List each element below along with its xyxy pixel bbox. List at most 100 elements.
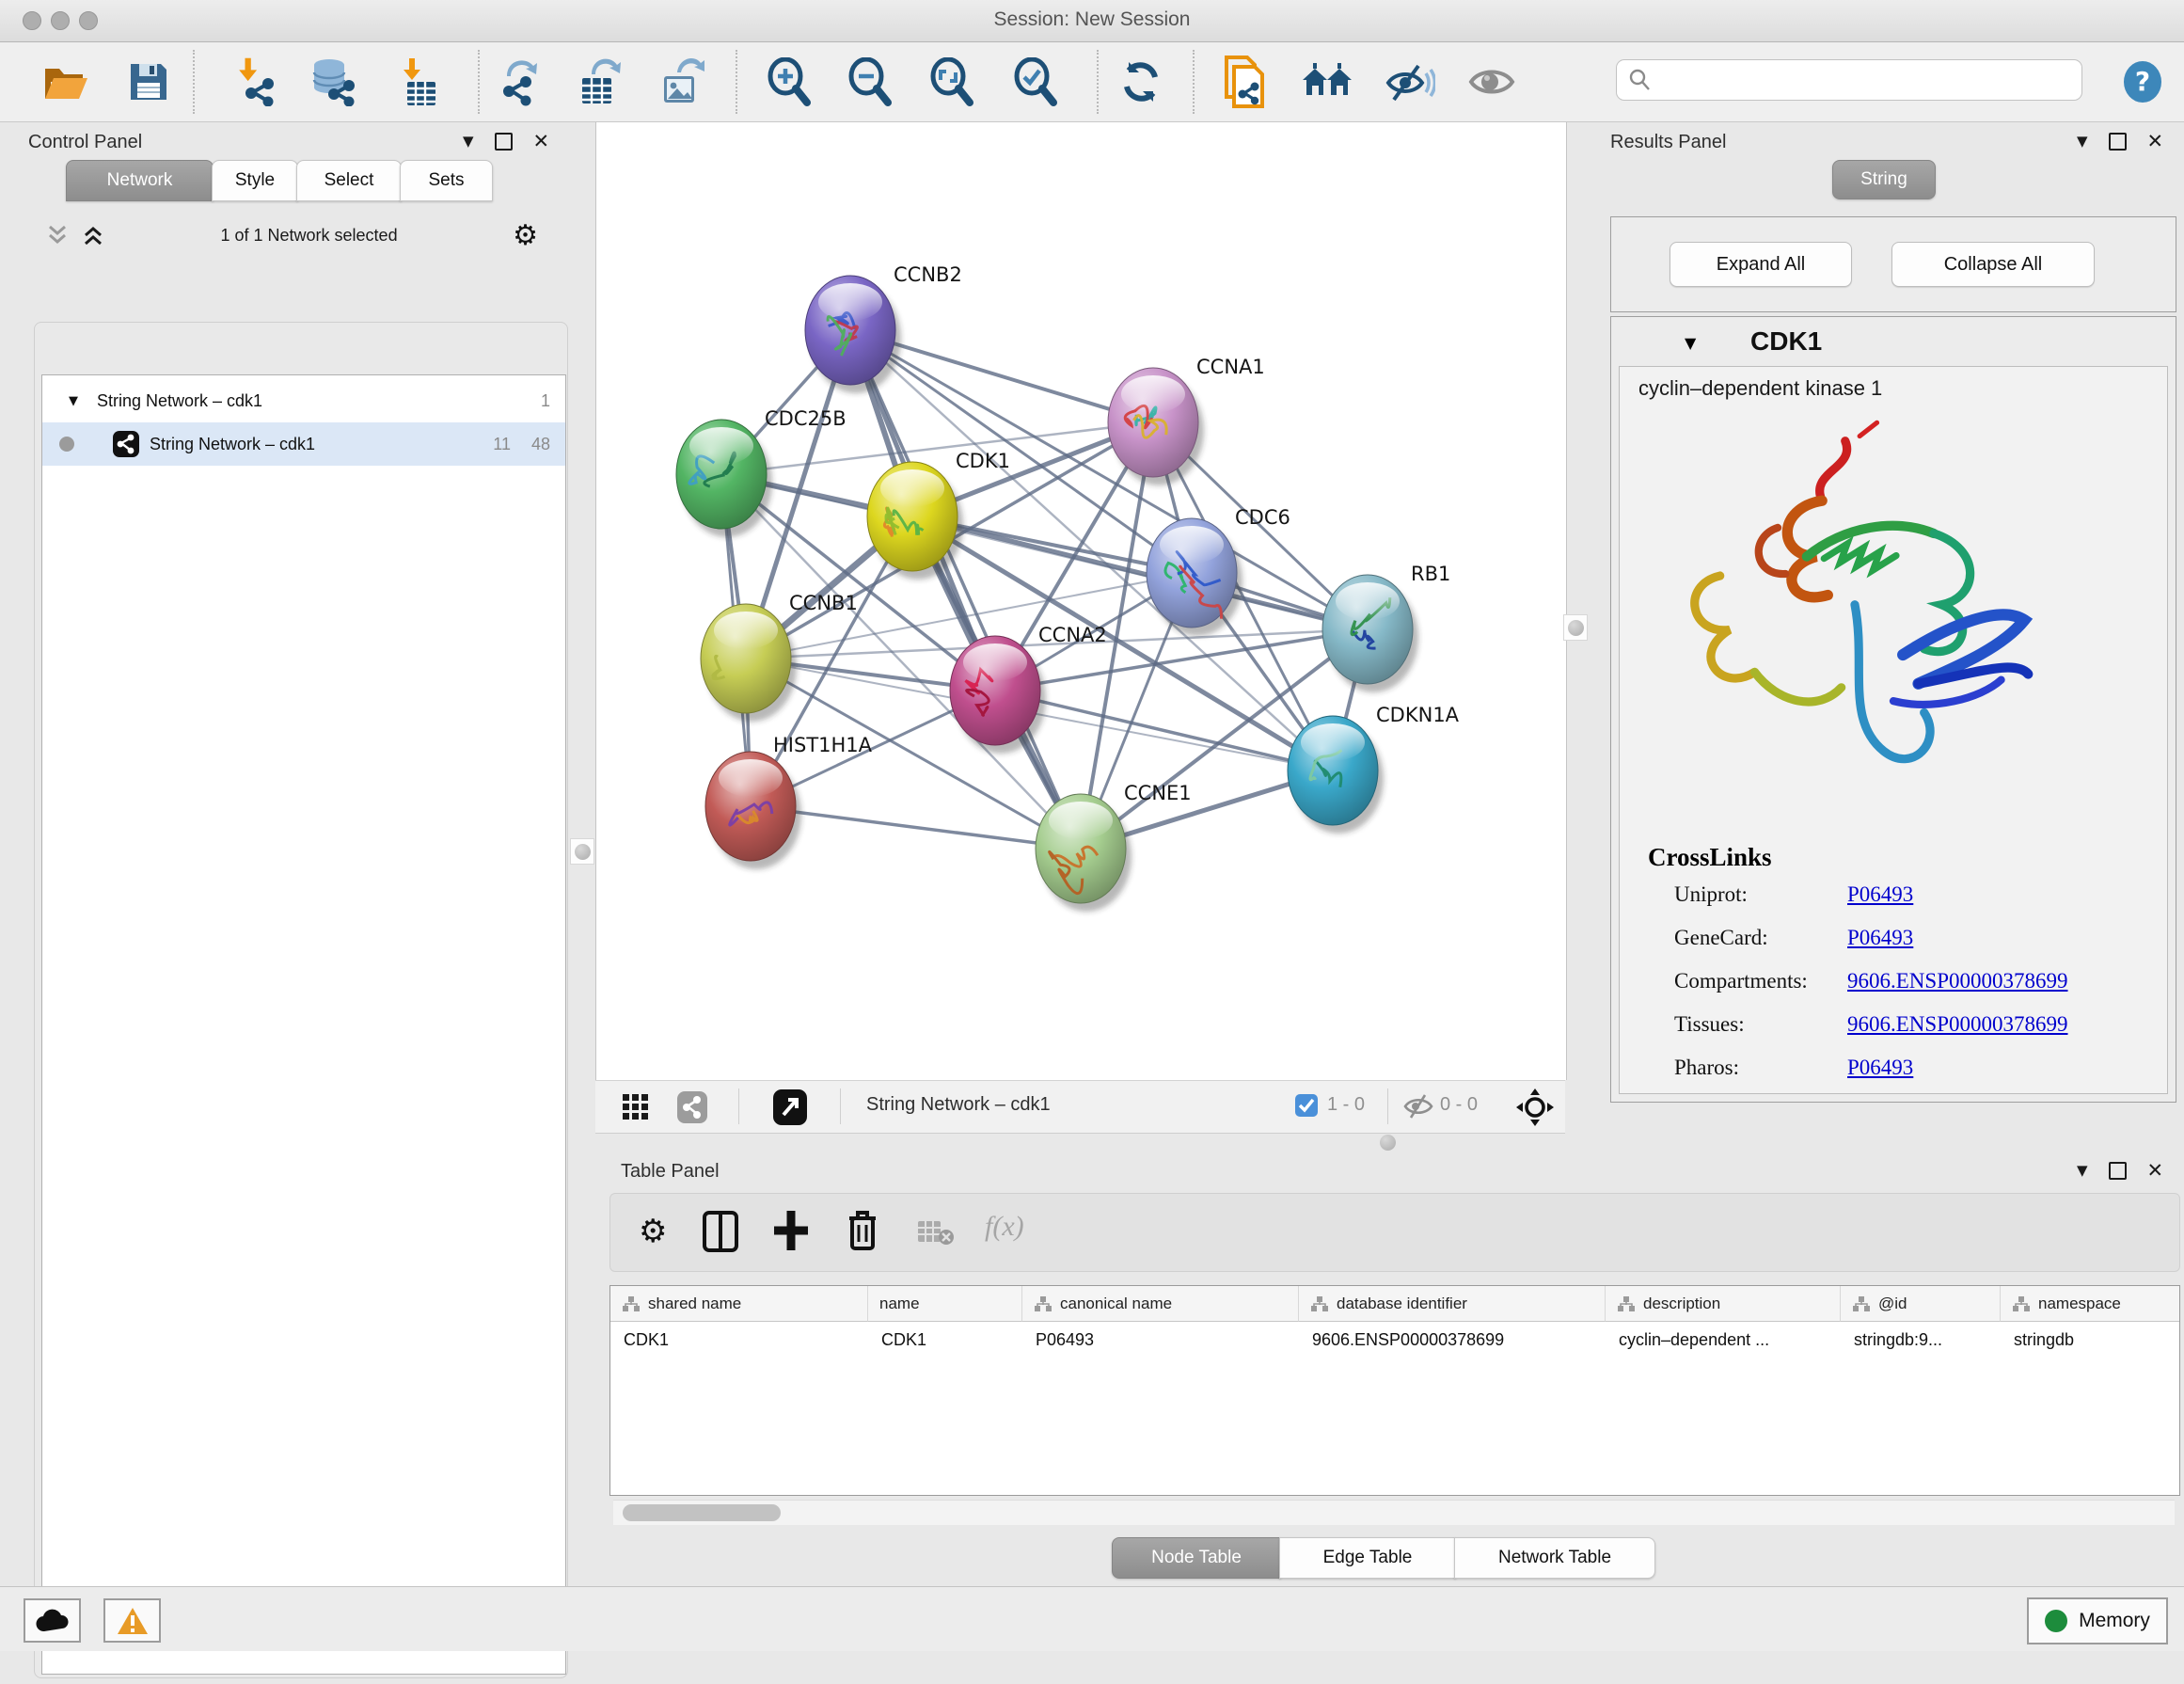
node-label-CCNB2: CCNB2 bbox=[894, 263, 962, 286]
clone-network-button[interactable] bbox=[1217, 56, 1270, 108]
search-input[interactable] bbox=[1653, 69, 2061, 91]
tab-string[interactable]: String bbox=[1832, 160, 1936, 199]
image-export-icon bbox=[657, 57, 705, 106]
export-network-button[interactable] bbox=[492, 56, 545, 108]
network-collection-row[interactable]: ▼ String Network – cdk1 1 bbox=[42, 379, 565, 422]
panel-menu-icon[interactable]: ▼ bbox=[2077, 1162, 2088, 1179]
panel-float-icon[interactable] bbox=[2109, 1162, 2127, 1180]
network-options-gear-icon[interactable]: ⚙ bbox=[513, 219, 538, 252]
crosslink-link[interactable]: P06493 bbox=[1847, 882, 1913, 907]
zoom-out-button[interactable] bbox=[845, 56, 897, 108]
collapse-all-button[interactable]: Collapse All bbox=[1891, 242, 2095, 287]
zoom-selected-button[interactable] bbox=[1010, 56, 1063, 108]
table-cell[interactable]: stringdb:9... bbox=[1841, 1322, 2001, 1358]
crosslink-link[interactable]: P06493 bbox=[1847, 1056, 1913, 1080]
right-splitter-handle[interactable] bbox=[1563, 614, 1588, 641]
table-horizontal-scrollbar[interactable] bbox=[613, 1500, 2175, 1525]
delete-column-trash-icon[interactable] bbox=[846, 1209, 879, 1252]
table-cell[interactable]: cyclin–dependent ... bbox=[1606, 1322, 1841, 1358]
tab-select[interactable]: Select bbox=[296, 160, 402, 201]
network-row[interactable]: String Network – cdk1 11 48 bbox=[42, 422, 565, 466]
export-image-button[interactable] bbox=[655, 56, 707, 108]
tab-edge-table[interactable]: Edge Table bbox=[1279, 1537, 1456, 1579]
collapse-all-networks-icon[interactable] bbox=[45, 223, 70, 247]
expand-all-networks-icon[interactable] bbox=[81, 223, 105, 247]
tab-style[interactable]: Style bbox=[212, 160, 298, 201]
column-header-canonical-name[interactable]: canonical name bbox=[1022, 1286, 1299, 1322]
tab-network-table[interactable]: Network Table bbox=[1454, 1537, 1655, 1579]
control-panel: Control Panel ▼ ✕ NetworkStyleSelectSets… bbox=[13, 122, 557, 1558]
zoom-fit-button[interactable] bbox=[926, 56, 979, 108]
table-cell[interactable]: CDK1 bbox=[868, 1322, 1022, 1358]
network-current-dot bbox=[59, 437, 74, 452]
grid-view-icon[interactable] bbox=[622, 1093, 650, 1121]
column-type-icon bbox=[1034, 1295, 1052, 1312]
gene-collapse-icon[interactable]: ▼ bbox=[1685, 334, 1696, 352]
tab-sets[interactable]: Sets bbox=[400, 160, 493, 201]
hidden-node-edge-counts: 0 - 0 bbox=[1440, 1094, 1478, 1116]
import-table-button[interactable] bbox=[393, 56, 446, 108]
apply-layout-button[interactable] bbox=[1115, 56, 1167, 108]
help-icon: ? bbox=[2120, 59, 2165, 104]
scrollbar-thumb[interactable] bbox=[623, 1504, 781, 1521]
panel-float-icon[interactable] bbox=[495, 133, 513, 151]
help-button[interactable]: ? bbox=[2118, 56, 2167, 108]
panel-close-icon[interactable]: ✕ bbox=[533, 130, 550, 152]
network-view-canvas[interactable]: CCNB2CCNA1CDC25BCDK1CDC6RB1CCNB1CCNA2CDK… bbox=[595, 122, 1567, 1080]
crosslink-link[interactable]: 9606.ENSP00000378699 bbox=[1847, 969, 2068, 993]
table-cell[interactable]: stringdb bbox=[2001, 1322, 2180, 1358]
cloud-button[interactable] bbox=[24, 1598, 81, 1643]
crosslink-label: Pharos: bbox=[1674, 1056, 1739, 1080]
column-type-icon bbox=[622, 1295, 641, 1312]
open-in-window-icon[interactable] bbox=[772, 1088, 808, 1126]
open-session-button[interactable] bbox=[40, 56, 92, 108]
tab-network[interactable]: Network bbox=[66, 160, 214, 201]
search-box[interactable] bbox=[1616, 59, 2082, 101]
network-graph[interactable]: CCNB2CCNA1CDC25BCDK1CDC6RB1CCNB1CCNA2CDK… bbox=[596, 122, 1566, 1080]
open-folder-icon bbox=[42, 61, 89, 103]
network-view-title: String Network – cdk1 bbox=[866, 1094, 1051, 1116]
create-column-plus-icon[interactable] bbox=[772, 1209, 810, 1252]
bottom-splitter-handle[interactable] bbox=[1380, 1135, 1396, 1151]
stringify-button[interactable] bbox=[1301, 56, 1353, 108]
column-header-namespace[interactable]: namespace bbox=[2001, 1286, 2180, 1322]
panel-float-icon[interactable] bbox=[2109, 133, 2127, 151]
selected-checkbox-icon[interactable] bbox=[1295, 1094, 1318, 1117]
panel-close-icon[interactable]: ✕ bbox=[2147, 1159, 2164, 1182]
collection-count: 1 bbox=[541, 391, 550, 411]
hidden-items-button[interactable] bbox=[1465, 56, 1518, 108]
left-splitter-handle[interactable] bbox=[570, 838, 594, 865]
collection-expand-icon[interactable]: ▼ bbox=[69, 394, 78, 408]
table-cell[interactable]: CDK1 bbox=[610, 1322, 868, 1358]
panel-menu-icon[interactable]: ▼ bbox=[2077, 133, 2088, 150]
node-table[interactable]: shared nameCDK1nameCDK1canonical nameP06… bbox=[609, 1285, 2180, 1496]
crosslink-link[interactable]: P06493 bbox=[1847, 926, 1913, 950]
column-header-database-identifier[interactable]: database identifier bbox=[1299, 1286, 1606, 1322]
warnings-button[interactable] bbox=[103, 1598, 161, 1643]
zoom-in-button[interactable] bbox=[764, 56, 816, 108]
column-header--id[interactable]: @id bbox=[1841, 1286, 2001, 1322]
show-columns-icon[interactable] bbox=[703, 1211, 738, 1252]
panel-close-icon[interactable]: ✕ bbox=[2147, 130, 2164, 152]
import-network-file-button[interactable] bbox=[229, 56, 281, 108]
import-network-database-button[interactable] bbox=[308, 56, 360, 108]
column-header-description[interactable]: description bbox=[1606, 1286, 1841, 1322]
string-view-icon[interactable] bbox=[676, 1090, 708, 1124]
show-hide-labels-button[interactable] bbox=[1384, 56, 1436, 108]
save-session-button[interactable] bbox=[122, 56, 175, 108]
memory-button[interactable]: Memory bbox=[2027, 1597, 2168, 1644]
column-header-shared-name[interactable]: shared name bbox=[610, 1286, 868, 1322]
birds-eye-view-icon[interactable] bbox=[1515, 1088, 1555, 1127]
tab-node-table[interactable]: Node Table bbox=[1112, 1537, 1281, 1579]
hidden-eye-slash-icon bbox=[1402, 1092, 1434, 1120]
column-header-name[interactable]: name bbox=[868, 1286, 1022, 1322]
table-cell[interactable]: 9606.ENSP00000378699 bbox=[1299, 1322, 1606, 1358]
node-label-RB1: RB1 bbox=[1411, 563, 1450, 585]
panel-menu-icon[interactable]: ▼ bbox=[463, 133, 474, 150]
expand-all-button[interactable]: Expand All bbox=[1670, 242, 1852, 287]
table-cell[interactable]: P06493 bbox=[1022, 1322, 1299, 1358]
control-panel-window-controls: ▼ ✕ bbox=[463, 130, 549, 152]
crosslink-link[interactable]: 9606.ENSP00000378699 bbox=[1847, 1012, 2068, 1037]
table-options-gear-icon[interactable]: ⚙ bbox=[639, 1213, 667, 1250]
export-table-button[interactable] bbox=[573, 56, 625, 108]
